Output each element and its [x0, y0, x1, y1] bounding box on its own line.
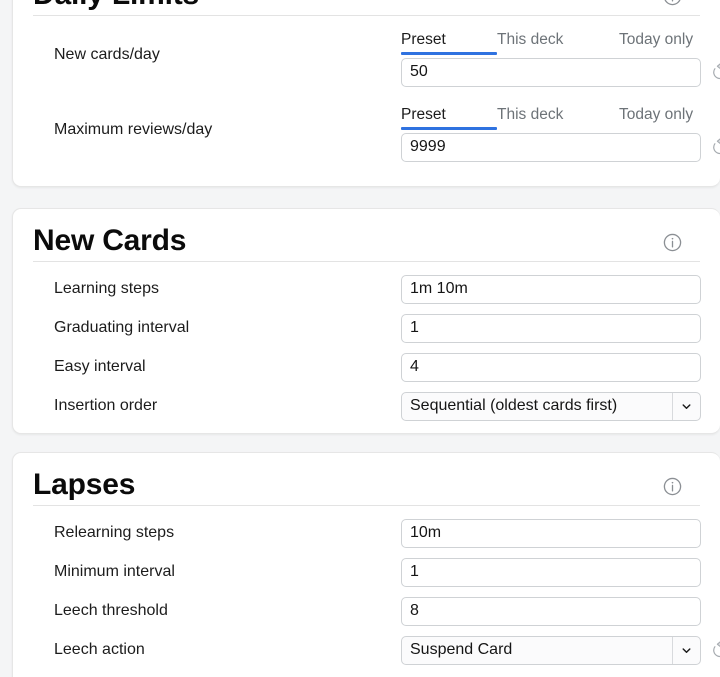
insertion-order-value: Sequential (oldest cards first) [410, 397, 618, 414]
row-label: Leech threshold [54, 602, 168, 620]
section-title: New Cards [33, 224, 187, 257]
revert-placeholder [701, 319, 720, 337]
row-label: Insertion order [54, 397, 158, 415]
leech-action-select[interactable]: Suspend Card [401, 635, 701, 665]
row-learning-steps: Learning steps [33, 270, 701, 309]
revert-icon[interactable] [711, 138, 720, 156]
row-label: Maximum reviews/day [54, 121, 213, 139]
deck-options-page: Daily Limits New cards/day Preset This d… [0, 0, 720, 677]
row-label: New cards/day [54, 46, 160, 64]
tab-today-only[interactable]: Today only [619, 31, 693, 52]
leech-action-value: Suspend Card [410, 641, 513, 658]
tab-preset[interactable]: Preset [401, 106, 497, 130]
section-lapses: Lapses Relearning steps Minimum interval [12, 452, 720, 677]
chevron-down-icon [672, 636, 700, 664]
section-daily-limits: Daily Limits New cards/day Preset This d… [12, 0, 720, 187]
insertion-order-select[interactable]: Sequential (oldest cards first) [401, 391, 701, 421]
limit-tabs-new-cards: Preset This deck Today only [401, 24, 701, 55]
limit-block-max-reviews: Preset This deck Today only [401, 99, 720, 162]
revert-placeholder [701, 602, 720, 620]
row-field [401, 352, 720, 382]
info-circle-icon[interactable] [662, 0, 683, 7]
revert-icon[interactable] [711, 641, 720, 659]
row-easy-interval: Easy interval [33, 348, 701, 387]
leech-threshold-input[interactable] [401, 596, 701, 626]
row-label: Easy interval [54, 358, 146, 376]
info-circle-icon[interactable] [662, 232, 683, 253]
revert-placeholder [701, 358, 720, 376]
easy-interval-input[interactable] [401, 352, 701, 382]
row-new-cards-per-day: New cards/day Preset This deck Today onl… [33, 24, 720, 87]
new-cards-per-day-input[interactable] [401, 57, 701, 87]
info-circle-icon[interactable] [662, 476, 683, 497]
row-label: Relearning steps [54, 524, 175, 542]
row-insertion-order: Insertion order Sequential (oldest cards… [33, 387, 701, 426]
row-field: Suspend Card [401, 635, 720, 665]
row-field: Preset This deck Today only [401, 24, 720, 87]
revert-placeholder [701, 563, 720, 581]
row-label: Graduating interval [54, 319, 190, 337]
tab-this-deck[interactable]: This deck [497, 31, 619, 52]
revert-placeholder [701, 397, 720, 415]
tab-today-only[interactable]: Today only [619, 106, 693, 127]
section-header-new-cards: New Cards [33, 209, 700, 262]
tab-this-deck[interactable]: This deck [497, 106, 619, 127]
row-minimum-interval: Minimum interval [33, 553, 701, 592]
section-title: Daily Limits [33, 0, 199, 11]
limit-block-new-cards: Preset This deck Today only [401, 24, 720, 87]
row-leech-action: Leech action Suspend Card [33, 631, 720, 670]
row-graduating-interval: Graduating interval [33, 309, 701, 348]
section-header-lapses: Lapses [33, 453, 700, 506]
row-field: Preset This deck Today only [401, 99, 720, 162]
tab-preset[interactable]: Preset [401, 31, 497, 55]
revert-icon[interactable] [711, 63, 720, 81]
limit-tabs-max-reviews: Preset This deck Today only [401, 99, 701, 130]
relearning-steps-input[interactable] [401, 518, 701, 548]
row-leech-threshold: Leech threshold [33, 592, 701, 631]
section-new-cards: New Cards Learning steps Graduating inte… [12, 208, 720, 434]
row-field [401, 274, 720, 304]
maximum-reviews-per-day-input[interactable] [401, 132, 701, 162]
revert-placeholder [701, 280, 720, 298]
learning-steps-input[interactable] [401, 274, 701, 304]
row-field [401, 313, 720, 343]
minimum-interval-input[interactable] [401, 557, 701, 587]
row-field [401, 557, 720, 587]
revert-placeholder [701, 524, 720, 542]
row-maximum-reviews-per-day: Maximum reviews/day Preset This deck Tod… [33, 99, 720, 162]
row-label: Leech action [54, 641, 145, 659]
row-field [401, 596, 720, 626]
row-relearning-steps: Relearning steps [33, 514, 701, 553]
chevron-down-icon [672, 392, 700, 420]
section-header-daily-limits: Daily Limits [33, 0, 700, 16]
graduating-interval-input[interactable] [401, 313, 701, 343]
row-field: Sequential (oldest cards first) [401, 391, 720, 421]
section-title: Lapses [33, 468, 136, 501]
row-label: Minimum interval [54, 563, 175, 581]
row-label: Learning steps [54, 280, 159, 298]
row-field [401, 518, 720, 548]
